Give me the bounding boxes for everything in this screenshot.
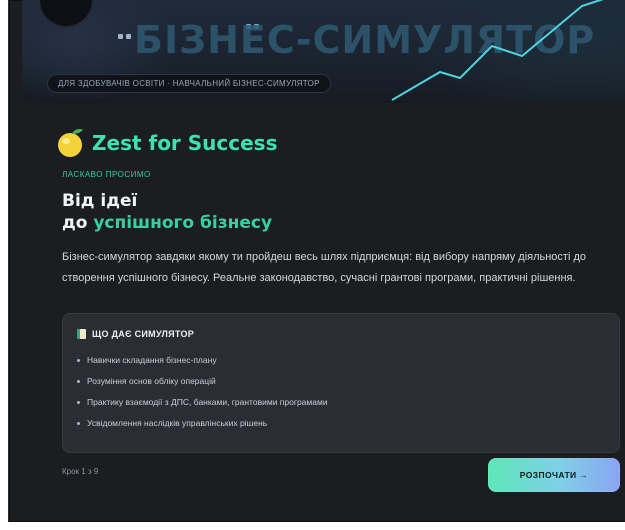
page-title: Від ідеї до успішного бізнесу <box>62 190 272 234</box>
hero-banner: БІЗНЕС-СИМУЛЯТОР ДЛЯ ЗДОБУВАЧІВ ОСВІТИ ·… <box>22 0 625 103</box>
step-indicator: Крок 1 з 9 <box>62 467 99 476</box>
benefits-title: ЩО ДАЄ СИМУЛЯТОР <box>77 329 194 339</box>
title-prefix: до <box>62 213 94 233</box>
benefits-card: ЩО ДАЄ СИМУЛЯТОР Навички складання бізне… <box>62 313 620 453</box>
intro-description: Бізнес-симулятор завдяки якому ти пройде… <box>62 251 587 284</box>
logo-circle <box>40 0 92 26</box>
title-line-2: до успішного бізнесу <box>62 212 272 234</box>
list-item: Розуміння основ обліку операцій <box>77 371 328 392</box>
page-bottom-margin <box>8 522 625 530</box>
brand-name: Zest for Success <box>92 131 278 155</box>
list-item: Усвідомлення наслідків управлінських ріш… <box>77 413 328 434</box>
welcome-label: ЛАСКАВО ПРОСИМО <box>62 170 151 179</box>
title-accent: успішного бізнесу <box>93 213 273 233</box>
audience-badge: ДЛЯ ЗДОБУВАЧІВ ОСВІТИ · НАВЧАЛЬНИЙ БІЗНЕ… <box>47 74 331 93</box>
benefits-list: Навички складання бізнес-плану Розуміння… <box>77 350 328 434</box>
book-icon <box>77 329 86 339</box>
trend-line-icon <box>391 0 604 101</box>
list-item: Практику взаємодії з ДПС, банками, грант… <box>77 392 328 413</box>
list-item: Навички складання бізнес-плану <box>77 350 328 371</box>
lemon-icon <box>58 129 83 157</box>
brand: Zest for Success <box>56 127 278 159</box>
start-button[interactable]: РОЗПОЧАТИ → <box>488 458 620 492</box>
benefits-title-text: ЩО ДАЄ СИМУЛЯТОР <box>92 329 195 339</box>
title-line-1: Від ідеї <box>62 191 138 211</box>
